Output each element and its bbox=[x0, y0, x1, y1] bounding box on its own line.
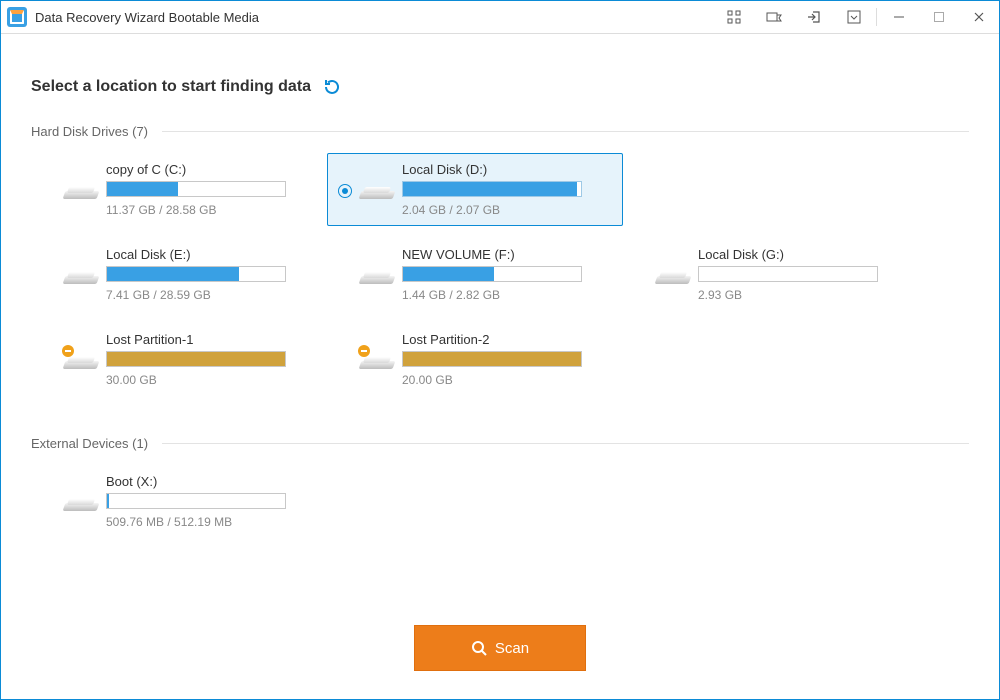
titlebar-language-icon[interactable] bbox=[754, 1, 794, 33]
usage-bar bbox=[698, 266, 878, 282]
warning-badge-icon bbox=[358, 345, 370, 357]
section-hard-disk: Hard Disk Drives (7) copy of C (C:) 11.3… bbox=[31, 124, 969, 408]
section-title: External Devices (1) bbox=[31, 436, 148, 451]
section-header: Hard Disk Drives (7) bbox=[31, 124, 969, 139]
titlebar-login-icon[interactable] bbox=[794, 1, 834, 33]
scan-row: Scan bbox=[1, 625, 999, 671]
usage-bar bbox=[106, 181, 286, 197]
titlebar-grid-icon[interactable] bbox=[714, 1, 754, 33]
drive-name: Lost Partition-2 bbox=[402, 332, 612, 347]
drive-item-boot-x[interactable]: Boot (X:) 509.76 MB / 512.19 MB bbox=[31, 465, 327, 538]
app-icon bbox=[7, 7, 27, 27]
usage-bar bbox=[402, 266, 582, 282]
drive-name: Local Disk (E:) bbox=[106, 247, 316, 262]
app-title: Data Recovery Wizard Bootable Media bbox=[35, 10, 259, 25]
heading-row: Select a location to start finding data bbox=[31, 78, 969, 96]
refresh-button[interactable] bbox=[323, 78, 341, 96]
drive-item-lost1[interactable]: Lost Partition-1 30.00 GB bbox=[31, 323, 327, 396]
disk-icon bbox=[64, 177, 98, 203]
drive-item-g[interactable]: Local Disk (G:) 2.93 GB bbox=[623, 238, 919, 311]
drive-item-e[interactable]: Local Disk (E:) 7.41 GB / 28.59 GB bbox=[31, 238, 327, 311]
content-area: Select a location to start finding data … bbox=[1, 34, 999, 550]
section-title: Hard Disk Drives (7) bbox=[31, 124, 148, 139]
titlebar-separator bbox=[876, 8, 877, 26]
scan-label: Scan bbox=[495, 640, 529, 657]
disk-icon bbox=[360, 177, 394, 203]
drive-size: 2.04 GB / 2.07 GB bbox=[402, 203, 612, 217]
drive-size: 11.37 GB / 28.58 GB bbox=[106, 203, 316, 217]
titlebar-dropdown-icon[interactable] bbox=[834, 1, 874, 33]
drive-size: 509.76 MB / 512.19 MB bbox=[106, 515, 316, 529]
section-external: External Devices (1) Boot (X:) 509.76 MB… bbox=[31, 436, 969, 550]
drive-grid-external: Boot (X:) 509.76 MB / 512.19 MB bbox=[31, 465, 969, 550]
drive-name: NEW VOLUME (F:) bbox=[402, 247, 612, 262]
lost-partition-icon bbox=[64, 347, 98, 373]
drive-name: Boot (X:) bbox=[106, 474, 316, 489]
disk-icon bbox=[656, 262, 690, 288]
usage-bar bbox=[106, 351, 286, 367]
drive-item-c[interactable]: copy of C (C:) 11.37 GB / 28.58 GB bbox=[31, 153, 327, 226]
radio-selected-icon bbox=[338, 184, 352, 198]
disk-icon bbox=[64, 262, 98, 288]
drive-size: 2.93 GB bbox=[698, 288, 908, 302]
usage-bar bbox=[106, 493, 286, 509]
drive-name: Lost Partition-1 bbox=[106, 332, 316, 347]
section-divider bbox=[162, 443, 969, 444]
maximize-button[interactable] bbox=[919, 1, 959, 33]
lost-partition-icon bbox=[360, 347, 394, 373]
drive-size: 7.41 GB / 28.59 GB bbox=[106, 288, 316, 302]
section-header: External Devices (1) bbox=[31, 436, 969, 451]
drive-size: 20.00 GB bbox=[402, 373, 612, 387]
drive-name: copy of C (C:) bbox=[106, 162, 316, 177]
drive-item-f[interactable]: NEW VOLUME (F:) 1.44 GB / 2.82 GB bbox=[327, 238, 623, 311]
drive-size: 1.44 GB / 2.82 GB bbox=[402, 288, 612, 302]
usage-bar bbox=[402, 181, 582, 197]
disk-icon bbox=[360, 262, 394, 288]
drive-name: Local Disk (G:) bbox=[698, 247, 908, 262]
search-icon bbox=[471, 640, 487, 656]
close-button[interactable] bbox=[959, 1, 999, 33]
drive-item-d[interactable]: Local Disk (D:) 2.04 GB / 2.07 GB bbox=[327, 153, 623, 226]
titlebar: Data Recovery Wizard Bootable Media bbox=[1, 1, 999, 34]
scan-button[interactable]: Scan bbox=[414, 625, 586, 671]
app-window: Data Recovery Wizard Bootable Media Sele… bbox=[0, 0, 1000, 700]
section-divider bbox=[162, 131, 969, 132]
drive-name: Local Disk (D:) bbox=[402, 162, 612, 177]
disk-icon bbox=[64, 489, 98, 515]
drive-grid-hard-disk: copy of C (C:) 11.37 GB / 28.58 GB Local… bbox=[31, 153, 969, 408]
drive-item-lost2[interactable]: Lost Partition-2 20.00 GB bbox=[327, 323, 623, 396]
drive-size: 30.00 GB bbox=[106, 373, 316, 387]
page-heading: Select a location to start finding data bbox=[31, 78, 311, 96]
minimize-button[interactable] bbox=[879, 1, 919, 33]
warning-badge-icon bbox=[62, 345, 74, 357]
usage-bar bbox=[106, 266, 286, 282]
usage-bar bbox=[402, 351, 582, 367]
